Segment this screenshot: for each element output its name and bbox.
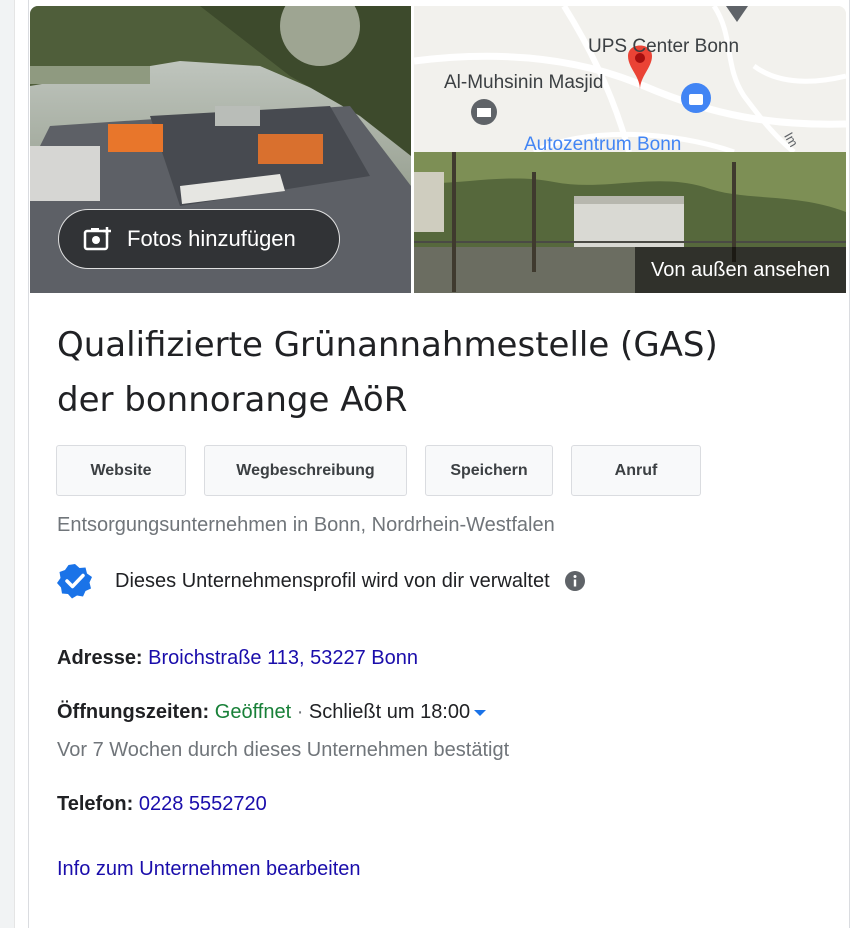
business-name: Qualifizierte Grünannahmestelle (GAS) de… <box>57 318 827 428</box>
verified-text: Dieses Unternehmensprofil wird von dir v… <box>115 569 550 592</box>
map-label-ups: UPS Center Bonn <box>588 36 740 57</box>
add-photo-icon <box>83 227 111 251</box>
street-view-button[interactable]: Von außen ansehen <box>634 247 846 293</box>
call-button[interactable]: Anruf <box>571 445 701 496</box>
street-view-label: Von außen ansehen <box>650 258 830 281</box>
add-photos-button[interactable]: Fotos hinzufügen <box>58 209 340 269</box>
directions-button[interactable]: Wegbeschreibung <box>204 445 407 496</box>
phone-link[interactable]: 0228 5552720 <box>139 793 267 815</box>
hours-row: Öffnungszeiten: Geöffnet · Schließt um 1… <box>57 701 487 724</box>
verified-badge-icon <box>57 564 92 599</box>
business-category: Entsorgungsunternehmen in Bonn, Nordrhei… <box>57 514 555 536</box>
map-label-autozentrum: Autozentrum Bonn <box>524 134 682 152</box>
phone-row: Telefon: 0228 5552720 <box>57 793 267 816</box>
website-button[interactable]: Website <box>56 445 186 496</box>
add-photos-label: Fotos hinzufügen <box>127 226 296 251</box>
edit-business-info-link[interactable]: Info zum Unternehmen bearbeiten <box>57 858 361 881</box>
address-link[interactable]: Broichstraße 113, 53227 Bonn <box>148 647 418 669</box>
street-view-thumbnail[interactable]: Von außen ansehen <box>414 152 846 293</box>
map-thumbnail[interactable]: UPS Center Bonn Al-Muhsinin Masjid Autoz… <box>414 6 846 152</box>
hours-separator: · <box>291 701 309 723</box>
verified-profile-row: Dieses Unternehmensprofil wird von dir v… <box>57 563 586 599</box>
address-label: Adresse: <box>57 647 143 669</box>
save-button[interactable]: Speichern <box>425 445 553 496</box>
info-icon[interactable] <box>564 570 586 592</box>
map-label-mosque: Al-Muhsinin Masjid <box>444 72 604 93</box>
hours-dropdown-caret-icon[interactable] <box>474 709 487 716</box>
business-name-line-2: der bonnorange AöR <box>57 380 408 420</box>
hours-confirmed: Vor 7 Wochen durch dieses Unternehmen be… <box>57 739 510 761</box>
address-row: Adresse: Broichstraße 113, 53227 Bonn <box>57 647 418 670</box>
business-name-line-1: Qualifizierte Grünannahmestelle (GAS) <box>57 325 718 365</box>
phone-label: Telefon: <box>57 793 134 815</box>
hours-label: Öffnungszeiten: <box>57 701 210 723</box>
page-left-gutter <box>0 0 15 928</box>
hours-closing[interactable]: Schließt um 18:00 <box>309 701 470 723</box>
hours-status: Geöffnet <box>214 701 292 723</box>
